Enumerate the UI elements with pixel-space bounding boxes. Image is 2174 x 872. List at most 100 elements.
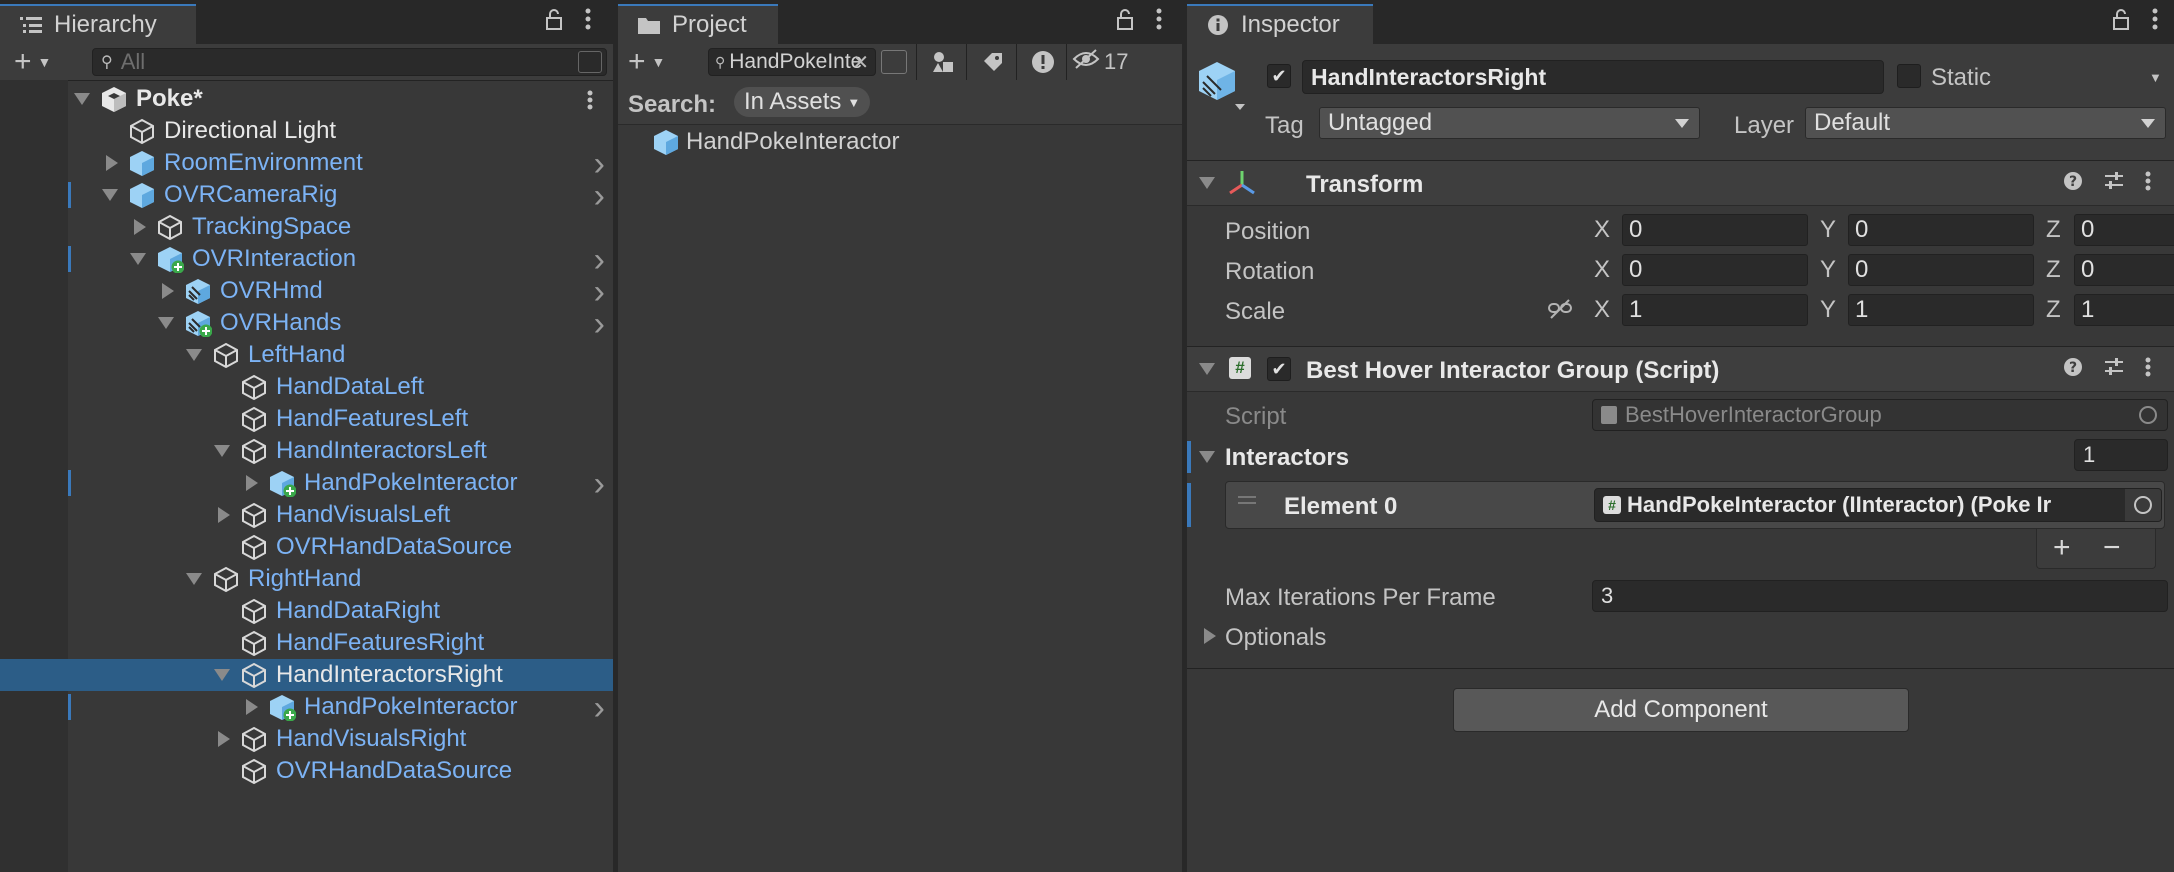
expanded-arrow-icon[interactable]: [74, 93, 90, 105]
foldout-arrow-icon[interactable]: [1204, 628, 1216, 644]
expanded-arrow-icon[interactable]: [158, 317, 174, 329]
hierarchy-row[interactable]: RoomEnvironment ›: [0, 145, 613, 183]
hierarchy-row[interactable]: OVRHandDataSource: [0, 531, 613, 563]
expanded-arrow-icon[interactable]: [186, 573, 202, 585]
expanded-arrow-icon[interactable]: [130, 253, 146, 265]
object-name-input[interactable]: HandInteractorsRight: [1302, 60, 1884, 94]
hierarchy-row[interactable]: OVRHandDataSource: [0, 755, 613, 787]
element-0-object-field[interactable]: # HandPokeInteractor (IInteractor) (Poke…: [1594, 488, 2162, 522]
lock-icon[interactable]: [545, 8, 563, 36]
add-button[interactable]: + ▼: [14, 45, 51, 78]
hierarchy-row[interactable]: HandVisualsLeft: [0, 499, 613, 531]
transform-scale-z-input[interactable]: 1: [2074, 294, 2174, 326]
interactors-label[interactable]: Interactors: [1225, 444, 1349, 472]
search-mode-icon[interactable]: [578, 51, 602, 73]
foldout-arrow-icon[interactable]: [1199, 363, 1215, 375]
expanded-arrow-icon[interactable]: [186, 349, 202, 361]
more-icon[interactable]: [2152, 8, 2158, 36]
hierarchy-row[interactable]: RightHand: [0, 563, 613, 595]
scene-row[interactable]: Poke*: [0, 83, 613, 115]
more-icon[interactable]: [1156, 8, 1162, 36]
hierarchy-row[interactable]: Directional Light: [0, 115, 613, 147]
remove-element-button[interactable]: −: [2103, 531, 2121, 565]
transform-rotation-z-input[interactable]: 0: [2074, 254, 2174, 286]
drag-handle-icon[interactable]: [1238, 496, 1256, 498]
add-button[interactable]: + ▼: [628, 45, 665, 78]
search-scope-dropdown[interactable]: In Assets ▼: [734, 87, 871, 117]
more-icon[interactable]: [2145, 357, 2151, 383]
max-iterations-input[interactable]: 3: [1592, 580, 2168, 612]
foldout-arrow-icon[interactable]: [1199, 177, 1215, 189]
optionals-label[interactable]: Optionals: [1225, 624, 1326, 652]
layer-dropdown[interactable]: Default: [1805, 107, 2166, 139]
expanded-arrow-icon[interactable]: [102, 189, 118, 201]
hierarchy-row[interactable]: HandDataLeft: [0, 371, 613, 403]
more-icon[interactable]: [585, 8, 591, 36]
hierarchy-row[interactable]: HandVisualsRight: [0, 723, 613, 755]
tag-dropdown[interactable]: Untagged: [1319, 107, 1700, 139]
collapsed-arrow-icon[interactable]: [134, 219, 146, 235]
hierarchy-row[interactable]: HandDataRight: [0, 595, 613, 627]
transform-scale-x-input[interactable]: 1: [1622, 294, 1808, 326]
hidden-packages-toggle[interactable]: 17: [1072, 44, 1128, 80]
component-enabled-checkbox[interactable]: ✔: [1267, 357, 1291, 381]
tab-inspector[interactable]: Inspector: [1187, 4, 1373, 44]
collapsed-arrow-icon[interactable]: [246, 475, 258, 491]
static-checkbox[interactable]: [1897, 64, 1921, 88]
transform-scale-y-input[interactable]: 1: [1848, 294, 2034, 326]
expanded-arrow-icon[interactable]: [214, 669, 230, 681]
hierarchy-row[interactable]: OVRCameraRig ›: [0, 177, 613, 215]
active-checkbox[interactable]: ✔: [1267, 64, 1291, 88]
gameobject-icon[interactable]: [1197, 60, 1245, 123]
static-dropdown-icon[interactable]: ▼: [2149, 70, 2162, 85]
help-icon[interactable]: ?: [2063, 171, 2083, 197]
constrain-proportions-icon[interactable]: [1547, 298, 1573, 327]
transform-rotation-y-input[interactable]: 0: [1848, 254, 2034, 286]
hierarchy-row[interactable]: LeftHand: [0, 339, 613, 371]
hierarchy-row[interactable]: HandPokeInteractor ›: [0, 689, 613, 727]
hierarchy-row[interactable]: HandInteractorsRight: [0, 659, 613, 691]
tab-hierarchy[interactable]: Hierarchy: [0, 4, 196, 44]
hierarchy-row[interactable]: OVRInteraction ›: [0, 241, 613, 279]
foldout-arrow-icon[interactable]: [1199, 451, 1215, 463]
transform-rotation-x-input[interactable]: 0: [1622, 254, 1808, 286]
transform-position-z-input[interactable]: 0: [2074, 214, 2174, 246]
collapsed-arrow-icon[interactable]: [106, 155, 118, 171]
collapsed-arrow-icon[interactable]: [218, 731, 230, 747]
add-element-button[interactable]: +: [2053, 531, 2071, 565]
transform-position-y-input[interactable]: 0: [1848, 214, 2034, 246]
hierarchy-row[interactable]: OVRHmd ›: [0, 273, 613, 311]
presets-icon[interactable]: [2103, 171, 2125, 197]
filter-by-label-icon[interactable]: [970, 44, 1016, 80]
object-picker-icon[interactable]: [2125, 489, 2161, 521]
expanded-arrow-icon[interactable]: [214, 445, 230, 457]
collapsed-arrow-icon[interactable]: [162, 283, 174, 299]
hierarchy-row[interactable]: HandFeaturesLeft: [0, 403, 613, 435]
transform-header[interactable]: Transform ?: [1187, 160, 2174, 206]
component-header[interactable]: # ✔ Best Hover Interactor Group (Script)…: [1187, 346, 2174, 392]
scene-menu-icon[interactable]: [587, 89, 593, 117]
help-icon[interactable]: ?: [2063, 357, 2083, 383]
hierarchy-row[interactable]: TrackingSpace: [0, 211, 613, 243]
hierarchy-row[interactable]: HandPokeInteractor ›: [0, 465, 613, 503]
collapsed-arrow-icon[interactable]: [218, 507, 230, 523]
filter-by-type-icon[interactable]: [920, 44, 966, 80]
hierarchy-row[interactable]: HandInteractorsLeft: [0, 435, 613, 467]
add-component-button[interactable]: Add Component: [1453, 688, 1909, 732]
project-result-item[interactable]: HandPokeInteractor: [618, 126, 1182, 158]
lock-icon[interactable]: [2112, 8, 2130, 36]
hierarchy-row[interactable]: HandFeaturesRight: [0, 627, 613, 659]
search-mode-icon[interactable]: [880, 48, 908, 76]
collapsed-arrow-icon[interactable]: [246, 699, 258, 715]
presets-icon[interactable]: [2103, 357, 2125, 383]
lock-icon[interactable]: [1116, 8, 1134, 36]
interactors-size-input[interactable]: 1: [2074, 439, 2168, 471]
hierarchy-search-input[interactable]: ⚲ All: [92, 48, 607, 76]
tab-project[interactable]: Project: [618, 4, 778, 44]
more-icon[interactable]: [2145, 171, 2151, 197]
transform-position-x-input[interactable]: 0: [1622, 214, 1808, 246]
hierarchy-row[interactable]: OVRHands ›: [0, 305, 613, 343]
clear-search-icon[interactable]: ✕: [852, 50, 869, 75]
warning-icon[interactable]: [1020, 44, 1066, 80]
project-search-input[interactable]: ⚲ HandPokeInte ✕: [708, 48, 876, 76]
